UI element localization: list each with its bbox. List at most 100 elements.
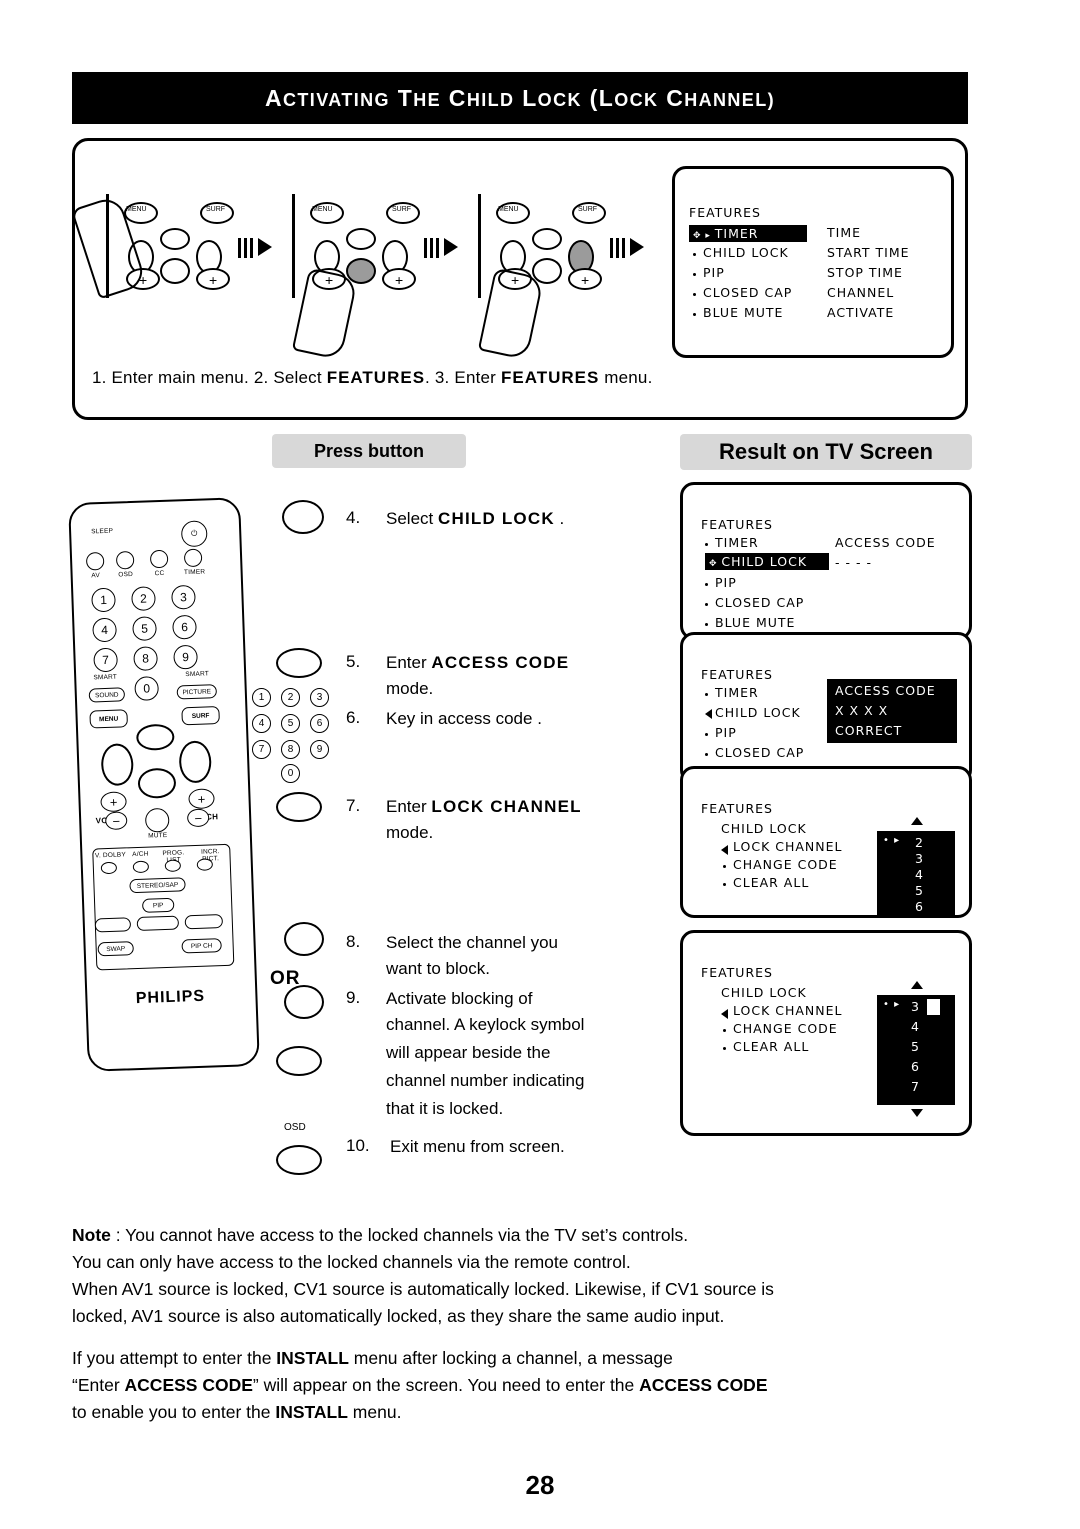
- arrow-3: [630, 238, 644, 256]
- tv-screen-lock-channel-3-locked: FEATURES CHILD LOCK LOCK CHANNEL CHANGE …: [680, 930, 972, 1136]
- osd2-panel-status: CORRECT: [835, 723, 903, 738]
- mini-key-3: 3: [310, 688, 329, 707]
- press-oval-step8b: [284, 985, 324, 1019]
- mute-button: [144, 807, 170, 833]
- arrow-2: [444, 238, 458, 256]
- mute-label: MUTE: [148, 831, 168, 840]
- osd-label: OSD: [118, 570, 134, 579]
- page-title: ACTIVATING THE CHILD LOCK (LOCK CHANNEL): [264, 84, 775, 111]
- menu-button: MENU: [89, 709, 128, 729]
- digit-7-button: 7: [93, 647, 119, 673]
- tv-screen-access-code: FEATURES TIMER CHILD LOCK PIP CLOSED CAP…: [680, 632, 972, 784]
- top-step-2-bold: FEATURES: [326, 368, 426, 387]
- digit-9-button: 9: [173, 644, 198, 670]
- power-button: ⏻: [180, 520, 208, 548]
- picture-button: PICTURE: [176, 684, 218, 700]
- step-8-text: Select the channel you: [386, 933, 559, 952]
- osd1-item-5: BLUE MUTE: [715, 615, 796, 630]
- step-7-pre: Enter: [386, 797, 432, 816]
- digit-6-button: 6: [172, 614, 197, 640]
- ch-down-button: −: [186, 808, 210, 828]
- surf-label-3: SURF: [578, 206, 598, 213]
- nav-down-button: [137, 767, 177, 799]
- note2-line2-c: ” will appear on the screen. You need to…: [252, 1375, 640, 1395]
- manual-page: ACTIVATING THE CHILD LOCK (LOCK CHANNEL)…: [0, 0, 1080, 1529]
- osd0-right-3: STOP TIME: [827, 265, 903, 280]
- note-paragraph-2: If you attempt to enter the INSTALL menu…: [72, 1345, 1012, 1426]
- keylock-icon: [927, 999, 940, 1015]
- osd3-title: FEATURES: [701, 801, 773, 816]
- or-label: OR: [270, 968, 301, 989]
- osd0-right-5: ACTIVATE: [827, 305, 895, 320]
- step-9-text: Activate blocking of: [386, 989, 533, 1008]
- step-6-number: 6.: [346, 708, 361, 727]
- osd3-channel-2: 3: [915, 851, 924, 866]
- osd2-title: FEATURES: [701, 667, 773, 682]
- surf-label-2: SURF: [392, 206, 412, 213]
- motion-lines-2: [424, 238, 440, 258]
- page-title-bar: ACTIVATING THE CHILD LOCK (LOCK CHANNEL): [72, 72, 968, 124]
- motion-lines-1: [238, 238, 254, 258]
- step-9-number: 9.: [346, 988, 361, 1007]
- osd4-item-3: CLEAR ALL: [733, 1039, 810, 1054]
- mini-key-1: 1: [252, 688, 271, 707]
- osd2-item-2: CHILD LOCK: [715, 705, 801, 720]
- osd0-highlight-label: TIMER: [714, 226, 759, 241]
- step-7-number: 7.: [346, 796, 361, 815]
- osd3-channel-1: 2: [915, 835, 924, 850]
- result-on-tv-header: Result on TV Screen: [680, 434, 972, 470]
- step-4-text: Select CHILD LOCK .: [386, 508, 564, 530]
- osd3-channel-5: 6: [915, 899, 924, 914]
- stereo-sap-button: STEREO/SAP: [129, 877, 186, 894]
- note-line-1: : You cannot have access to the locked c…: [110, 1225, 689, 1245]
- top-step-3-pre: 3. Enter: [434, 368, 501, 387]
- av-label: AV: [91, 572, 101, 580]
- press-oval-step4: [282, 500, 324, 534]
- nav-up-button: [135, 723, 175, 751]
- note-label: Note: [72, 1225, 111, 1245]
- mini-key-7: 7: [252, 740, 271, 759]
- remote-control-illustration: SLEEP ⏻ AV OSD CC TIMER 1 2 3 4 5 6 7 8 …: [68, 497, 260, 1072]
- osd1-highlight-label: CHILD LOCK: [721, 554, 808, 569]
- osd4-title: FEATURES: [701, 965, 773, 980]
- osd3-item-3: CLEAR ALL: [733, 875, 810, 890]
- tv-screen-child-lock-selected: FEATURES TIMER ✥ CHILD LOCK PIP CLOSED C…: [680, 482, 972, 640]
- swap-button: SWAP: [97, 941, 134, 957]
- digit-1-button: 1: [91, 587, 116, 613]
- press-oval-step10: [276, 1145, 322, 1175]
- step-5-number: 5.: [346, 652, 361, 671]
- top-step-3-bold: FEATURES: [500, 368, 600, 387]
- timer-label: TIMER: [183, 568, 206, 577]
- nav-left-button: [100, 743, 135, 787]
- menu-label-2: MENU: [312, 206, 333, 213]
- pipch-button: PIP CH: [181, 938, 222, 954]
- mini-key-0: 0: [281, 764, 300, 783]
- osd4-channel-5: 7: [911, 1079, 920, 1094]
- brand-logo: PHILIPS: [135, 987, 206, 1008]
- top-step-2-pre: 2. Select: [253, 368, 327, 387]
- step-6-text: Key in access code .: [386, 709, 542, 728]
- osd0-right-2: START TIME: [827, 245, 910, 260]
- osd2-panel-title: ACCESS CODE: [835, 683, 936, 698]
- note-line-4: locked, AV1 source is also automatically…: [72, 1306, 725, 1326]
- osd0-item-3: PIP: [703, 265, 725, 280]
- note2-line1-b: INSTALL: [276, 1348, 349, 1368]
- osd1-highlight: ✥ CHILD LOCK: [705, 553, 829, 570]
- note2-line1-c: menu after locking a channel, a message: [348, 1348, 673, 1368]
- step-9-line4: channel number indicating: [386, 1071, 585, 1090]
- step-4-number: 4.: [346, 508, 361, 527]
- surf-button: SURF: [181, 706, 220, 726]
- osd1-item-4: CLOSED CAP: [715, 595, 805, 610]
- note2-line2-b: ACCESS CODE: [124, 1375, 253, 1395]
- mini-key-4: 4: [252, 714, 271, 733]
- note-paragraph-1: Note : You cannot have access to the loc…: [72, 1222, 1012, 1330]
- tv-screen-features-timer: FEATURES ✥ ▸ TIMER CHILD LOCK PIP CLOSED…: [672, 166, 954, 358]
- nav-right-button: [178, 740, 212, 784]
- osd1-right-label: ACCESS CODE: [835, 535, 936, 550]
- osd1-title: FEATURES: [701, 517, 773, 532]
- press-oval-step7: [276, 792, 322, 822]
- top-step-2-post: .: [425, 368, 435, 387]
- step-9-line5: that it is locked.: [386, 1099, 504, 1118]
- press-oval-step8: [284, 922, 324, 956]
- osd3-item-2: CHANGE CODE: [733, 857, 838, 872]
